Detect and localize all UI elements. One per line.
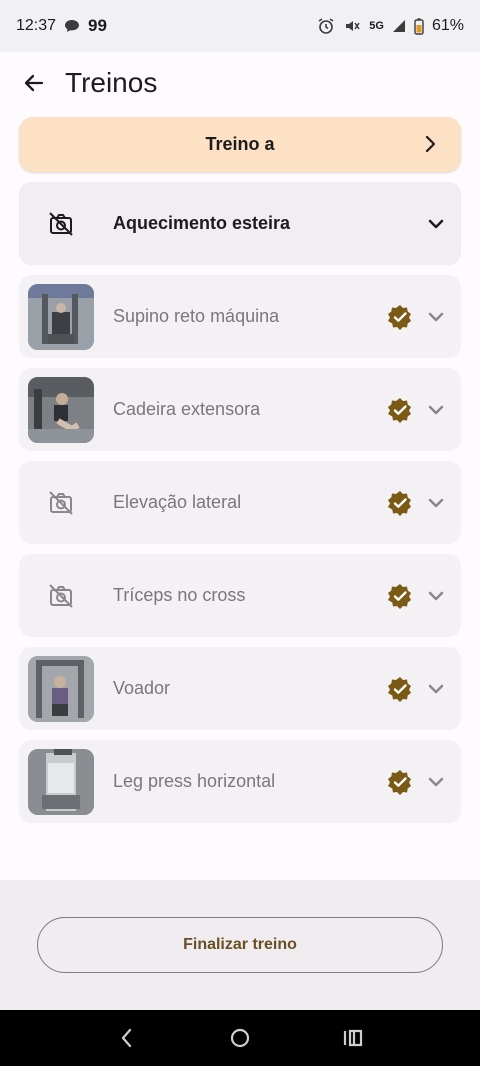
exercise-thumbnail: [28, 748, 94, 815]
mute-icon: [343, 17, 361, 35]
nav-back-icon: [121, 1028, 131, 1048]
exercise-item[interactable]: Aquecimento esteira: [19, 182, 461, 265]
alarm-icon: [317, 17, 335, 35]
verified-badge-icon: [388, 770, 411, 795]
no-photo-icon: [49, 583, 73, 608]
nav-recents-button[interactable]: [333, 1018, 373, 1058]
page-title: Treinos: [65, 67, 158, 98]
chevron-down-icon[interactable]: [425, 585, 447, 607]
exercise-name: Cadeira extensora: [113, 399, 261, 419]
exercise-thumbnail: [28, 655, 94, 722]
verified-badge-icon: [388, 398, 411, 423]
no-photo-icon: [49, 211, 73, 236]
exercise-name: Supino reto máquina: [113, 306, 280, 326]
app-bar: Treinos: [0, 52, 480, 114]
exercise-list: Aquecimento esteira Supino reto máquina …: [19, 182, 461, 833]
finish-workout-button[interactable]: Finalizar treino: [37, 917, 443, 973]
workout-selector[interactable]: Treino a: [19, 117, 461, 172]
exercise-photo: [28, 283, 94, 350]
chevron-down-icon[interactable]: [425, 213, 447, 235]
chat-bubble-icon: [64, 19, 80, 33]
network-type: 5G: [369, 20, 384, 32]
chevron-down-icon[interactable]: [425, 399, 447, 421]
exercise-thumbnail: [28, 283, 94, 350]
nav-recents-icon: [344, 1029, 363, 1047]
status-bar: 12:37 99 5G 61%: [0, 0, 480, 52]
notification-count: 99: [88, 16, 107, 35]
exercise-photo: [28, 655, 94, 722]
chevron-down-icon[interactable]: [425, 771, 447, 793]
battery-icon: [414, 17, 424, 35]
exercise-name: Leg press horizontal: [113, 771, 276, 791]
bottom-action-area: Finalizar treino: [0, 880, 480, 1010]
exercise-thumbnail: [28, 563, 94, 629]
exercise-name: Aquecimento esteira: [113, 213, 291, 233]
exercise-thumbnail: [28, 470, 94, 536]
exercise-name: Elevação lateral: [113, 492, 242, 512]
exercise-item[interactable]: Voador: [19, 647, 461, 730]
exercise-name: Voador: [113, 678, 171, 698]
exercise-item[interactable]: Supino reto máquina: [19, 275, 461, 358]
exercise-item[interactable]: Leg press horizontal: [19, 740, 461, 823]
chevron-down-icon[interactable]: [425, 678, 447, 700]
exercise-item[interactable]: Elevação lateral: [19, 461, 461, 544]
exercise-photo: [28, 748, 94, 815]
back-button[interactable]: [18, 67, 50, 99]
verified-badge-icon: [388, 677, 411, 702]
chevron-right-icon: [425, 135, 436, 153]
nav-home-icon: [230, 1028, 250, 1048]
verified-badge-icon: [388, 491, 411, 516]
battery-level: 61%: [431, 17, 464, 34]
exercise-thumbnail: [28, 191, 94, 257]
system-navigation-bar: [0, 1010, 480, 1066]
signal-icon: [392, 19, 406, 33]
exercise-name: Tríceps no cross: [113, 585, 246, 605]
verified-badge-icon: [388, 584, 411, 609]
chevron-down-icon[interactable]: [425, 492, 447, 514]
workout-label: Treino a: [205, 134, 275, 154]
exercise-thumbnail: [28, 376, 94, 443]
verified-badge-icon: [388, 305, 411, 330]
clock: 12:37: [16, 17, 57, 34]
nav-back-button[interactable]: [107, 1018, 147, 1058]
exercise-photo: [28, 376, 94, 443]
exercise-item[interactable]: Tríceps no cross: [19, 554, 461, 637]
arrow-left-icon: [24, 74, 44, 92]
chevron-down-icon[interactable]: [425, 306, 447, 328]
exercise-item[interactable]: Cadeira extensora: [19, 368, 461, 451]
nav-home-button[interactable]: [220, 1018, 260, 1058]
no-photo-icon: [49, 490, 73, 515]
